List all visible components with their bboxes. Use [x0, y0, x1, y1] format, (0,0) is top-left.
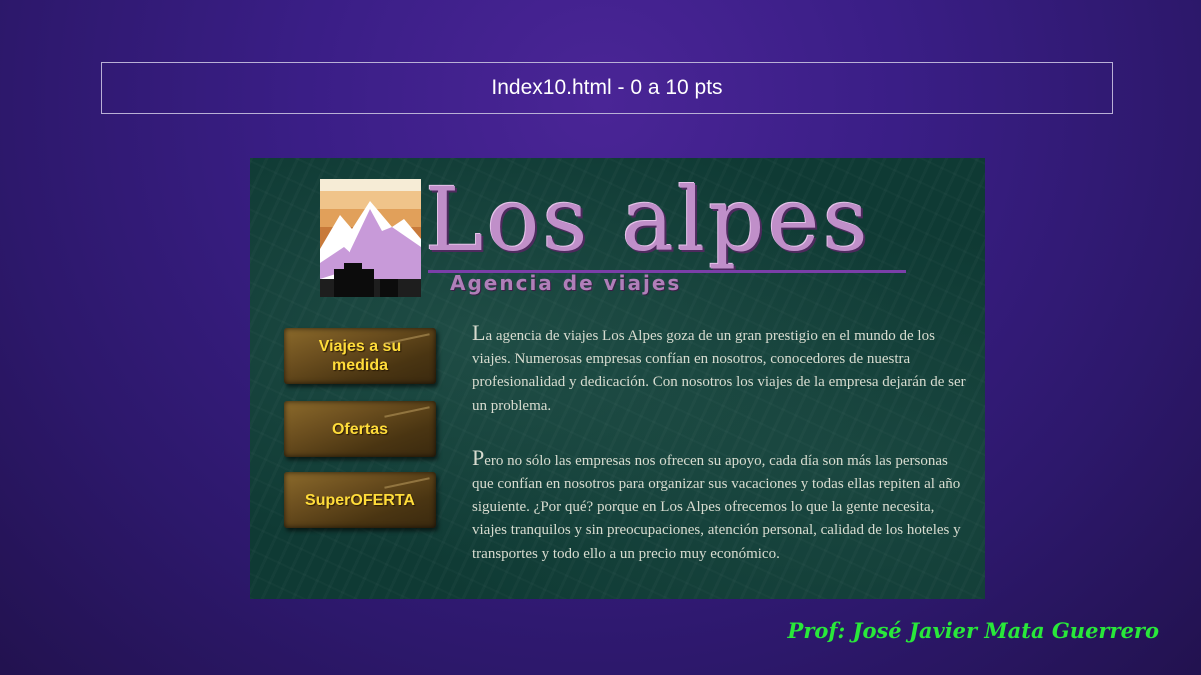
- brand-tagline: Agencia de viajes: [450, 271, 682, 295]
- nav-button-label: Viajes a su medida: [318, 338, 402, 374]
- intro-paragraph: Pero no sólo las empresas nos ofrecen su…: [472, 446, 968, 566]
- nav-button-ofertas[interactable]: Ofertas: [284, 401, 436, 457]
- nav-button-superoferta[interactable]: SuperOFERTA: [284, 472, 436, 528]
- mountain-logo-icon: [320, 179, 421, 297]
- drop-cap: P: [472, 444, 485, 470]
- intro-text: La agencia de viajes Los Alpes goza de u…: [472, 321, 968, 594]
- brand-logo-text: Los alpes: [425, 168, 871, 271]
- slide-title-box: Index10.html - 0 a 10 pts: [101, 62, 1113, 114]
- paragraph-text: ero no sólo las empresas nos ofrecen su …: [472, 452, 961, 562]
- paragraph-text: a agencia de viajes Los Alpes goza de un…: [472, 328, 966, 414]
- slide-title: Index10.html - 0 a 10 pts: [491, 76, 723, 99]
- nav-button-label: SuperOFERTA: [305, 491, 415, 509]
- website-screenshot: Los alpes Agencia de viajes Viajes a su …: [250, 158, 985, 599]
- drop-cap: L: [472, 320, 486, 345]
- author-credit: Prof: José Javier Mata Guerrero: [787, 618, 1159, 643]
- intro-paragraph: La agencia de viajes Los Alpes goza de u…: [472, 321, 968, 418]
- nav-button-viajes-a-su-medida[interactable]: Viajes a su medida: [284, 328, 436, 384]
- nav-button-label: Ofertas: [331, 420, 389, 438]
